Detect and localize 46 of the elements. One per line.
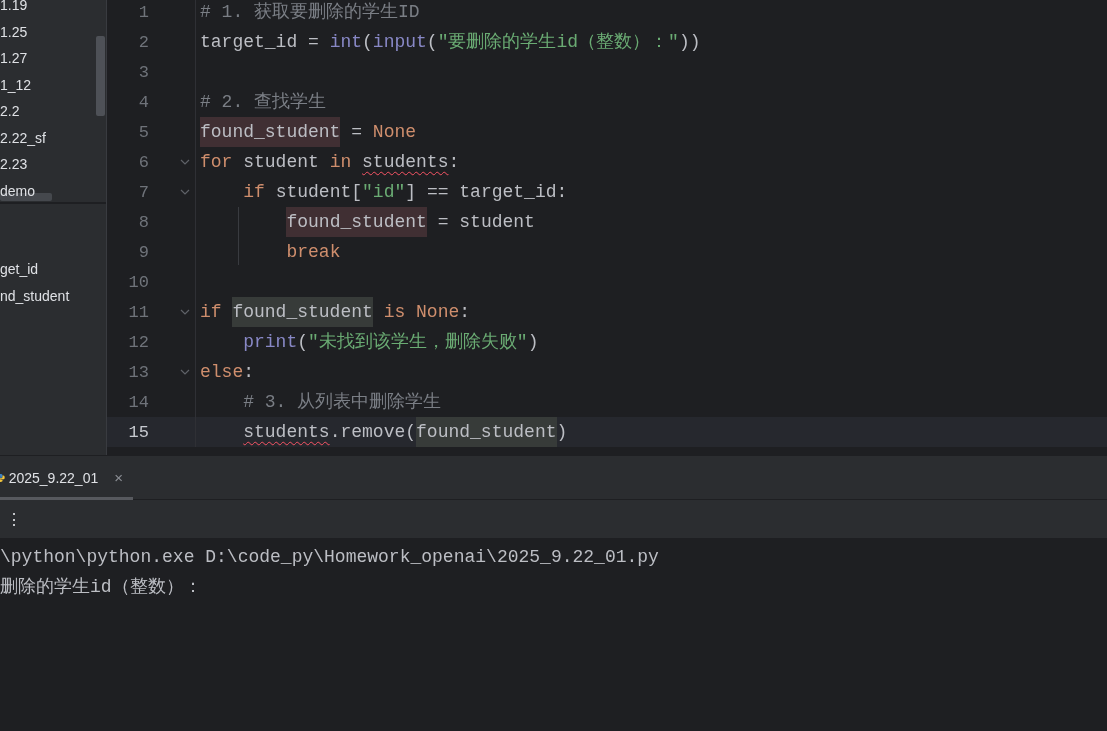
- line-number: 6: [137, 152, 149, 172]
- code-line: students.remove(found_student): [200, 417, 568, 447]
- line-number: 3: [137, 62, 149, 82]
- tree-item[interactable]: 2.23: [0, 151, 28, 178]
- line-number: 2: [137, 32, 149, 52]
- line-number: 11: [127, 302, 149, 322]
- fold-icon[interactable]: [180, 188, 190, 196]
- fold-icon[interactable]: [180, 368, 190, 376]
- line-number: 14: [127, 392, 149, 412]
- tree-item[interactable]: 1.19: [0, 0, 28, 19]
- line-number: 10: [127, 272, 149, 292]
- code-line: for student in students:: [200, 151, 460, 174]
- scrollbar-thumb[interactable]: [96, 36, 105, 116]
- line-number: 15: [127, 422, 149, 442]
- structure-item[interactable]: get_id: [0, 256, 39, 283]
- code-line: # 1. 获取要删除的学生ID: [200, 1, 420, 24]
- line-number: 13: [127, 362, 149, 382]
- line-number: 12: [127, 332, 149, 352]
- code-line: # 3. 从列表中删除学生: [242, 391, 442, 414]
- code-line: print("未找到该学生，删除失败"): [242, 331, 539, 354]
- structure-item[interactable]: nd_student: [0, 282, 70, 309]
- tree-item[interactable]: 1_12: [0, 71, 32, 98]
- code-line: found_student = None: [200, 117, 417, 147]
- fold-icon[interactable]: [180, 308, 190, 316]
- code-line: found_student = student: [200, 207, 535, 237]
- console-line: 删除的学生id（整数）：: [0, 576, 202, 599]
- code-line: break: [285, 241, 341, 264]
- code-line: if student["id"] == target_id:: [242, 181, 568, 204]
- console-line: \python\python.exe D:\code_py\Homework_openai\2025_9.22_01.py: [0, 546, 659, 569]
- tree-item[interactable]: 2.2: [0, 98, 20, 125]
- line-number: 7: [137, 182, 149, 202]
- tree-item[interactable]: 1.27: [0, 45, 28, 72]
- more-button[interactable]: ⋮: [2, 509, 26, 529]
- code-line: target_id = int(input("要删除的学生id（整数）：")): [200, 31, 701, 54]
- line-number: 8: [137, 212, 149, 232]
- tree-item[interactable]: 1.25: [0, 18, 28, 45]
- tree-item[interactable]: 2.22_sf: [0, 124, 46, 151]
- line-number: 4: [137, 92, 149, 112]
- code-line: else:: [200, 361, 255, 384]
- code-line: # 2. 查找学生: [200, 91, 326, 114]
- line-number: 5: [137, 122, 149, 142]
- fold-icon[interactable]: [180, 158, 190, 166]
- line-number: 9: [137, 242, 149, 262]
- tree-item[interactable]: demo: [0, 177, 36, 204]
- line-number: 1: [137, 2, 149, 22]
- close-icon[interactable]: ×: [114, 469, 123, 486]
